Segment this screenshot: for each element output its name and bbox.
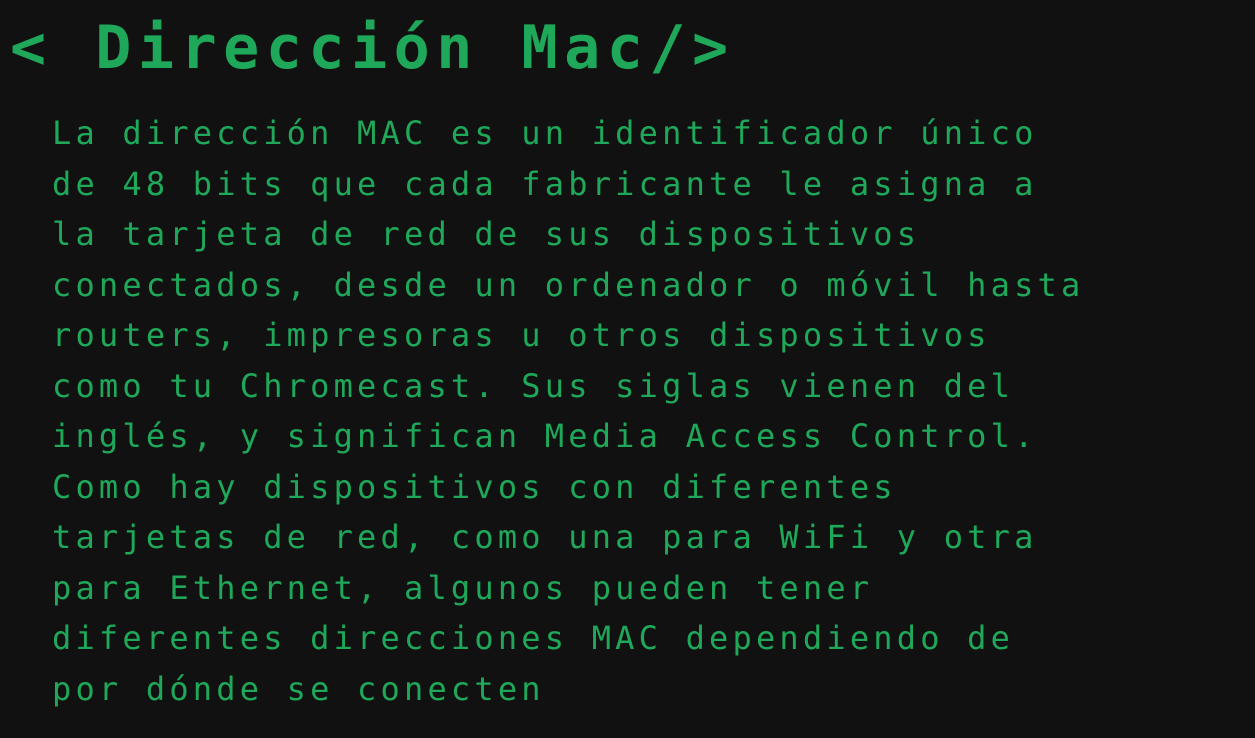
slide-body-text: La dirección MAC es un identificador úni… (52, 108, 1085, 714)
body-line: por dónde se conecten (52, 669, 545, 708)
body-line: de 48 bits que cada fabricante le asigna… (52, 164, 1038, 203)
body-line: la tarjeta de red de sus dispositivos (52, 215, 921, 253)
body-line: Como hay dispositivos con diferentes (52, 467, 897, 506)
body-line: conectados, desde un ordenador o móvil h… (52, 265, 1085, 304)
body-line: tarjetas de red, como una para WiFi y ot… (52, 518, 1038, 556)
body-line: diferentes direcciones MAC dependiendo d… (52, 619, 1015, 657)
body-line: inglés, y significan Media Access Contro… (52, 417, 1038, 455)
body-line: routers, impresoras u otros dispositivos (52, 316, 991, 354)
body-line: La dirección MAC es un identificador úni… (52, 114, 1038, 152)
slide-title: < Dirección Mac/> (10, 13, 735, 83)
body-line: para Ethernet, algunos pueden tener (52, 568, 874, 607)
slide-screen: < Dirección Mac/> La dirección MAC es un… (0, 0, 1255, 738)
body-line: como tu Chromecast. Sus siglas vienen de… (52, 366, 1015, 405)
